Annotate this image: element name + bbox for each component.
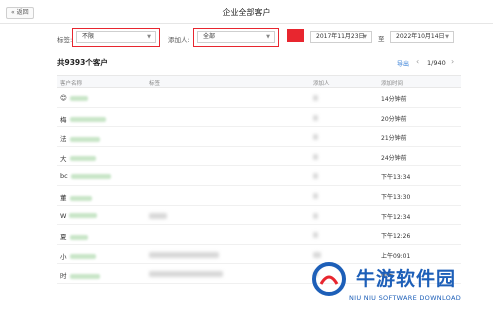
adder-select-value: 全部 xyxy=(203,33,216,40)
customer-name: 梅 xyxy=(60,114,106,124)
table-header: 客户名称 标签 添加人 添加时间 ⚙ xyxy=(57,75,461,88)
export-button[interactable]: 导出 xyxy=(397,59,409,68)
customer-name: 时 xyxy=(60,270,100,280)
pager-next-icon[interactable]: › xyxy=(451,57,454,66)
table-row[interactable]: 大 24分钟前 xyxy=(57,147,461,167)
chevron-down-icon: ▼ xyxy=(147,34,151,40)
table-row[interactable]: W 下午12:34 xyxy=(57,206,461,226)
adder-filter-label: 添加人: xyxy=(168,36,190,44)
table-row[interactable]: 夏 下午12:26 xyxy=(57,225,461,245)
column-header-adder: 添加人 xyxy=(313,81,330,87)
date-range-separator: 至 xyxy=(378,35,385,43)
tag-select-value: 不限 xyxy=(82,33,95,40)
table-row[interactable]: 董 下午13:30 xyxy=(57,186,461,206)
customer-name: 夏 xyxy=(60,231,88,241)
customer-name: 法 xyxy=(60,133,100,143)
chevron-down-icon: ▼ xyxy=(266,34,270,40)
customer-name: 😊 xyxy=(60,94,88,102)
table-row[interactable]: 法 21分钟前 xyxy=(57,127,461,147)
added-time: 24分钟前 xyxy=(381,154,407,162)
added-time: 下午12:34 xyxy=(381,213,411,221)
tag-select[interactable]: 不限 ▼ xyxy=(76,31,156,43)
table-row[interactable]: 😊 14分钟前 xyxy=(57,88,461,108)
customer-count: 共9393个客户 xyxy=(57,58,108,67)
page-title: 企业全部客户 xyxy=(222,8,271,17)
added-time: 20分钟前 xyxy=(381,115,407,123)
added-time: 21分钟前 xyxy=(381,135,407,143)
start-date-picker[interactable]: 2017年11月23日 ▼ xyxy=(310,31,372,43)
adder-select[interactable]: 全部 ▼ xyxy=(197,31,275,43)
customer-name: 大 xyxy=(60,153,96,163)
added-time: 下午13:34 xyxy=(381,174,411,182)
start-date-value: 2017年11月23日 xyxy=(316,33,365,40)
pager-prev-icon[interactable]: ‹ xyxy=(416,57,419,66)
column-header-name: 客户名称 xyxy=(60,81,83,87)
column-header-time: 添加时间 xyxy=(381,81,404,87)
end-date-value: 2022年10月14日 xyxy=(396,33,445,40)
added-time: 下午13:30 xyxy=(381,194,411,201)
customer-name: 董 xyxy=(60,192,92,202)
watermark-subtitle: NIU NIU SOFTWARE DOWNLOAD xyxy=(349,294,462,302)
column-header-tags: 标签 xyxy=(149,81,161,87)
niuniu-logo xyxy=(312,262,346,296)
watermark-title: 牛游软件园 xyxy=(356,268,457,290)
table-row[interactable]: bc 下午13:34 xyxy=(57,166,461,186)
pager-indicator: 1/940 xyxy=(427,59,446,67)
customer-name: W xyxy=(60,212,98,220)
added-time: 上午09:01 xyxy=(381,252,411,260)
tag-filter-label: 标签: xyxy=(57,36,73,44)
chevron-down-icon: ▼ xyxy=(363,34,367,40)
end-date-picker[interactable]: 2022年10月14日 ▼ xyxy=(390,31,454,43)
added-time: 14分钟前 xyxy=(381,96,407,103)
table-row[interactable]: 梅 20分钟前 xyxy=(57,108,461,128)
customer-name: bc xyxy=(60,172,111,180)
added-time: 下午12:26 xyxy=(381,233,411,241)
table-row[interactable]: 小 上午09:01 xyxy=(57,245,461,265)
top-bar: « 返回 企业全部客户 xyxy=(0,0,493,24)
chevron-down-icon: ▼ xyxy=(445,34,449,40)
customer-name: 小 xyxy=(60,251,96,261)
red-annotation-block xyxy=(287,29,304,42)
